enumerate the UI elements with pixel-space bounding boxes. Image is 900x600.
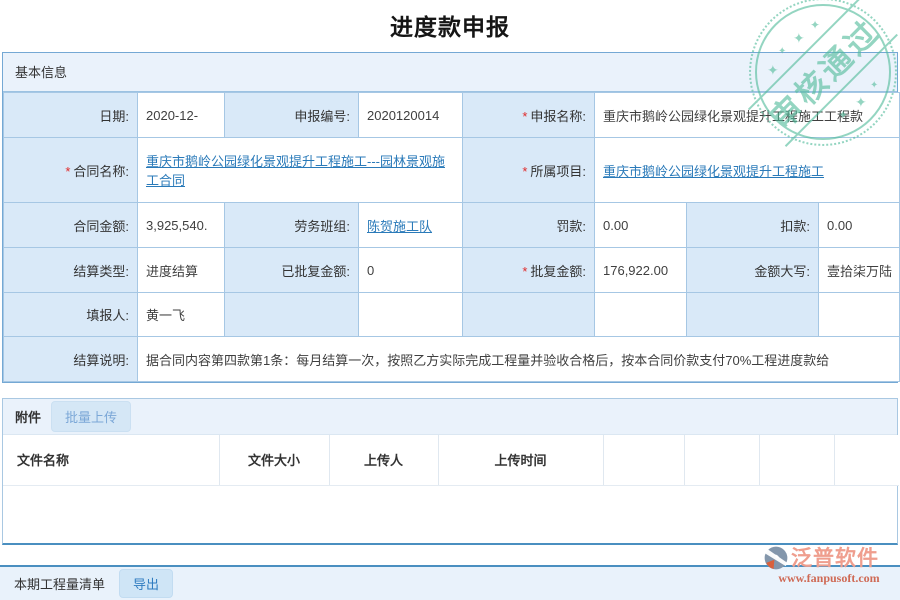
declare-name-label: *申报名称: bbox=[463, 93, 595, 138]
col-empty bbox=[603, 435, 684, 485]
basic-info-panel: 基本信息 日期: 2020-12- 申报编号: 2020120014 *申报名称… bbox=[2, 52, 898, 383]
fanpu-brand-text: 泛普软件 bbox=[791, 548, 879, 569]
empty-value-cell bbox=[595, 293, 687, 337]
labor-team-link[interactable]: 陈贺施工队 bbox=[367, 219, 432, 234]
deduction-value: 0.00 bbox=[819, 203, 900, 248]
table-row: 结算说明: 据合同内容第四款第1条：每月结算一次，按照乙方实际完成工程量并验收合… bbox=[4, 337, 900, 382]
project-link[interactable]: 重庆市鹅岭公园绿化景观提升工程施工 bbox=[603, 164, 824, 179]
approved-done-label: 已批复金额: bbox=[225, 248, 359, 293]
contract-name-link[interactable]: 重庆市鹅岭公园绿化景观提升工程施工---园林景观施工合同 bbox=[146, 154, 445, 188]
batch-upload-button[interactable]: 批量上传 bbox=[51, 401, 131, 432]
date-label: 日期: bbox=[4, 93, 138, 138]
date-value: 2020-12- bbox=[138, 93, 225, 138]
col-empty bbox=[759, 435, 834, 485]
col-upload-time: 上传时间 bbox=[438, 435, 603, 485]
fanpu-logo-icon bbox=[763, 545, 789, 571]
deduction-label: 扣款: bbox=[687, 203, 819, 248]
table-row: *合同名称: 重庆市鹅岭公园绿化景观提升工程施工---园林景观施工合同 *所属项… bbox=[4, 138, 900, 203]
basic-info-header: 基本信息 bbox=[3, 53, 897, 92]
required-marker: * bbox=[522, 164, 527, 179]
required-marker: * bbox=[522, 264, 527, 279]
penalty-label: 罚款: bbox=[463, 203, 595, 248]
labor-team-label: 劳务班组: bbox=[225, 203, 359, 248]
fanpu-url-text: www.fanpusoft.com bbox=[763, 572, 895, 584]
declare-name-value: 重庆市鹅岭公园绿化景观提升工程施工工程款 bbox=[595, 93, 900, 138]
contract-amount-value: 3,925,540. bbox=[138, 203, 225, 248]
approved-amount-value: 176,922.00 bbox=[595, 248, 687, 293]
page-title: 进度款申报 bbox=[0, 8, 900, 42]
col-empty bbox=[834, 435, 899, 485]
labor-team-value: 陈贺施工队 bbox=[359, 203, 463, 248]
amount-words-label: 金额大写: bbox=[687, 248, 819, 293]
attachments-table: 文件名称 文件大小 上传人 上传时间 bbox=[3, 435, 899, 486]
filler-label: 填报人: bbox=[4, 293, 138, 337]
empty-label-cell bbox=[463, 293, 595, 337]
project-value: 重庆市鹅岭公园绿化景观提升工程施工 bbox=[595, 138, 900, 203]
table-row: 结算类型: 进度结算 已批复金额: 0 *批复金额: 176,922.00 金额… bbox=[4, 248, 900, 293]
required-marker: * bbox=[522, 109, 527, 124]
penalty-value: 0.00 bbox=[595, 203, 687, 248]
project-label: *所属项目: bbox=[463, 138, 595, 203]
empty-value-cell bbox=[819, 293, 900, 337]
contract-amount-label: 合同金额: bbox=[4, 203, 138, 248]
basic-info-title: 基本信息 bbox=[15, 65, 67, 80]
declare-no-value: 2020120014 bbox=[359, 93, 463, 138]
attachments-header: 附件 批量上传 bbox=[3, 399, 897, 435]
attachments-title: 附件 bbox=[15, 407, 41, 426]
filler-value: 黄一飞 bbox=[138, 293, 225, 337]
declare-no-label: 申报编号: bbox=[225, 93, 359, 138]
required-marker: * bbox=[65, 164, 70, 179]
approved-amount-label: *批复金额: bbox=[463, 248, 595, 293]
table-row: 合同金额: 3,925,540. 劳务班组: 陈贺施工队 罚款: 0.00 扣款… bbox=[4, 203, 900, 248]
empty-label-cell bbox=[687, 293, 819, 337]
settle-type-label: 结算类型: bbox=[4, 248, 138, 293]
col-file-name: 文件名称 bbox=[3, 435, 219, 485]
contract-name-label: *合同名称: bbox=[4, 138, 138, 203]
settle-note-label: 结算说明: bbox=[4, 337, 138, 382]
table-row: 日期: 2020-12- 申报编号: 2020120014 *申报名称: 重庆市… bbox=[4, 93, 900, 138]
basic-info-table: 日期: 2020-12- 申报编号: 2020120014 *申报名称: 重庆市… bbox=[3, 92, 900, 382]
col-empty bbox=[684, 435, 759, 485]
approved-done-value: 0 bbox=[359, 248, 463, 293]
settle-type-value: 进度结算 bbox=[138, 248, 225, 293]
empty-value-cell bbox=[359, 293, 463, 337]
settle-note-value: 据合同内容第四款第1条：每月结算一次，按照乙方实际完成工程量并验收合格后，按本合… bbox=[138, 337, 900, 382]
attachments-header-row: 文件名称 文件大小 上传人 上传时间 bbox=[3, 435, 899, 485]
quantity-list-title: 本期工程量清单 bbox=[14, 574, 105, 593]
table-row: 填报人: 黄一飞 bbox=[4, 293, 900, 337]
fanpu-watermark: 泛普软件 www.fanpusoft.com bbox=[763, 545, 895, 584]
amount-words-value: 壹拾柒万陆 bbox=[819, 248, 900, 293]
contract-name-value: 重庆市鹅岭公园绿化景观提升工程施工---园林景观施工合同 bbox=[138, 138, 463, 203]
attachments-panel: 附件 批量上传 文件名称 文件大小 上传人 上传时间 bbox=[2, 398, 898, 545]
export-button[interactable]: 导出 bbox=[119, 569, 173, 598]
col-uploader: 上传人 bbox=[329, 435, 438, 485]
col-file-size: 文件大小 bbox=[219, 435, 329, 485]
empty-label-cell bbox=[225, 293, 359, 337]
